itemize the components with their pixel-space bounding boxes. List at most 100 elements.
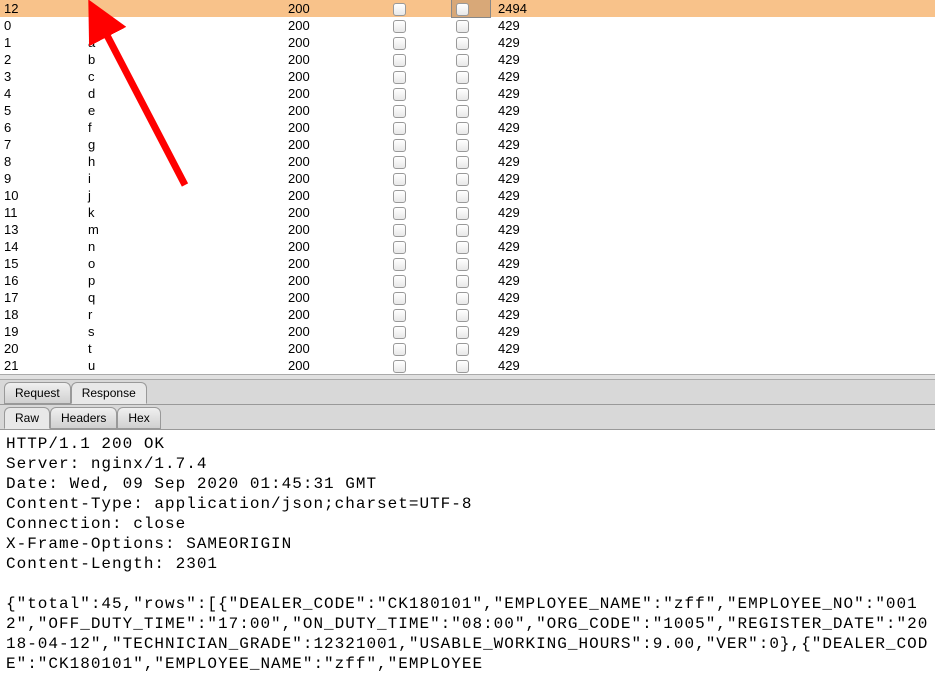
checkbox-icon[interactable] — [456, 360, 469, 373]
checkbox-icon[interactable] — [393, 190, 406, 203]
cell-length: 429 — [490, 204, 572, 221]
table-row[interactable]: 4d200429 — [0, 85, 935, 102]
cell-timeout — [452, 51, 490, 68]
table-row[interactable]: 8h200429 — [0, 153, 935, 170]
checkbox-icon[interactable] — [393, 224, 406, 237]
table-row[interactable]: 10j200429 — [0, 187, 935, 204]
cell-fill — [572, 153, 935, 170]
checkbox-icon[interactable] — [393, 343, 406, 356]
tab-request[interactable]: Request — [4, 382, 71, 404]
checkbox-icon[interactable] — [456, 207, 469, 220]
checkbox-icon[interactable] — [393, 207, 406, 220]
checkbox-icon[interactable] — [393, 54, 406, 67]
table-row[interactable]: 11k200429 — [0, 204, 935, 221]
cell-timeout — [452, 153, 490, 170]
table-row[interactable]: 14n200429 — [0, 238, 935, 255]
table-row[interactable]: 13m200429 — [0, 221, 935, 238]
cell-status: 200 — [284, 238, 389, 255]
checkbox-icon[interactable] — [456, 258, 469, 271]
cell-payload: c — [84, 68, 284, 85]
checkbox-icon[interactable] — [456, 54, 469, 67]
checkbox-icon[interactable] — [393, 3, 406, 16]
checkbox-icon[interactable] — [456, 3, 469, 16]
checkbox-icon[interactable] — [393, 105, 406, 118]
response-body[interactable]: HTTP/1.1 200 OK Server: nginx/1.7.4 Date… — [0, 430, 935, 678]
checkbox-icon[interactable] — [393, 326, 406, 339]
table-row[interactable]: 6f200429 — [0, 119, 935, 136]
checkbox-icon[interactable] — [393, 173, 406, 186]
table-row[interactable]: 2b200429 — [0, 51, 935, 68]
cell-id: 8 — [0, 153, 84, 170]
cell-status: 200 — [284, 119, 389, 136]
cell-id: 2 — [0, 51, 84, 68]
cell-error — [389, 85, 452, 102]
checkbox-icon[interactable] — [456, 275, 469, 288]
table-row[interactable]: 15o200429 — [0, 255, 935, 272]
table-row[interactable]: 18r200429 — [0, 306, 935, 323]
table-row[interactable]: 19s200429 — [0, 323, 935, 340]
cell-payload — [84, 17, 284, 34]
table-row[interactable]: 17q200429 — [0, 289, 935, 306]
table-row[interactable]: 0200429 — [0, 17, 935, 34]
table-row[interactable]: 1a200429 — [0, 34, 935, 51]
main-tabs: RequestResponse — [0, 380, 935, 405]
tab-raw[interactable]: Raw — [4, 407, 50, 429]
checkbox-icon[interactable] — [456, 156, 469, 169]
checkbox-icon[interactable] — [393, 275, 406, 288]
cell-id: 12 — [0, 0, 84, 17]
cell-payload: o — [84, 255, 284, 272]
checkbox-icon[interactable] — [456, 105, 469, 118]
sub-tabs: RawHeadersHex — [0, 405, 935, 430]
cell-id: 3 — [0, 68, 84, 85]
cell-status: 200 — [284, 170, 389, 187]
table-row[interactable]: 3c200429 — [0, 68, 935, 85]
results-table[interactable]: 12l200249402004291a2004292b2004293c20042… — [0, 0, 935, 374]
tab-headers[interactable]: Headers — [50, 407, 117, 429]
cell-status: 200 — [284, 136, 389, 153]
tab-hex[interactable]: Hex — [117, 407, 160, 429]
cell-fill — [572, 0, 935, 17]
checkbox-icon[interactable] — [456, 173, 469, 186]
checkbox-icon[interactable] — [393, 360, 406, 373]
table-row[interactable]: 12l2002494 — [0, 0, 935, 17]
checkbox-icon[interactable] — [393, 241, 406, 254]
cell-payload: q — [84, 289, 284, 306]
cell-fill — [572, 68, 935, 85]
cell-timeout — [452, 34, 490, 51]
table-row[interactable]: 21u200429 — [0, 357, 935, 374]
checkbox-icon[interactable] — [393, 292, 406, 305]
checkbox-icon[interactable] — [456, 224, 469, 237]
table-row[interactable]: 9i200429 — [0, 170, 935, 187]
checkbox-icon[interactable] — [393, 37, 406, 50]
checkbox-icon[interactable] — [393, 309, 406, 322]
checkbox-icon[interactable] — [456, 71, 469, 84]
checkbox-icon[interactable] — [456, 20, 469, 33]
checkbox-icon[interactable] — [456, 122, 469, 135]
table-row[interactable]: 7g200429 — [0, 136, 935, 153]
table-row[interactable]: 16p200429 — [0, 272, 935, 289]
checkbox-icon[interactable] — [393, 122, 406, 135]
checkbox-icon[interactable] — [456, 309, 469, 322]
checkbox-icon[interactable] — [456, 139, 469, 152]
checkbox-icon[interactable] — [456, 190, 469, 203]
checkbox-icon[interactable] — [393, 258, 406, 271]
checkbox-icon[interactable] — [393, 20, 406, 33]
tab-response[interactable]: Response — [71, 382, 147, 404]
checkbox-icon[interactable] — [456, 37, 469, 50]
checkbox-icon[interactable] — [456, 326, 469, 339]
table-row[interactable]: 20t200429 — [0, 340, 935, 357]
checkbox-icon[interactable] — [456, 241, 469, 254]
cell-status: 200 — [284, 34, 389, 51]
cell-fill — [572, 289, 935, 306]
checkbox-icon[interactable] — [393, 88, 406, 101]
checkbox-icon[interactable] — [456, 88, 469, 101]
table-row[interactable]: 5e200429 — [0, 102, 935, 119]
checkbox-icon[interactable] — [393, 71, 406, 84]
cell-status: 200 — [284, 153, 389, 170]
cell-id: 19 — [0, 323, 84, 340]
checkbox-icon[interactable] — [456, 343, 469, 356]
checkbox-icon[interactable] — [393, 139, 406, 152]
checkbox-icon[interactable] — [393, 156, 406, 169]
checkbox-icon[interactable] — [456, 292, 469, 305]
cell-fill — [572, 51, 935, 68]
